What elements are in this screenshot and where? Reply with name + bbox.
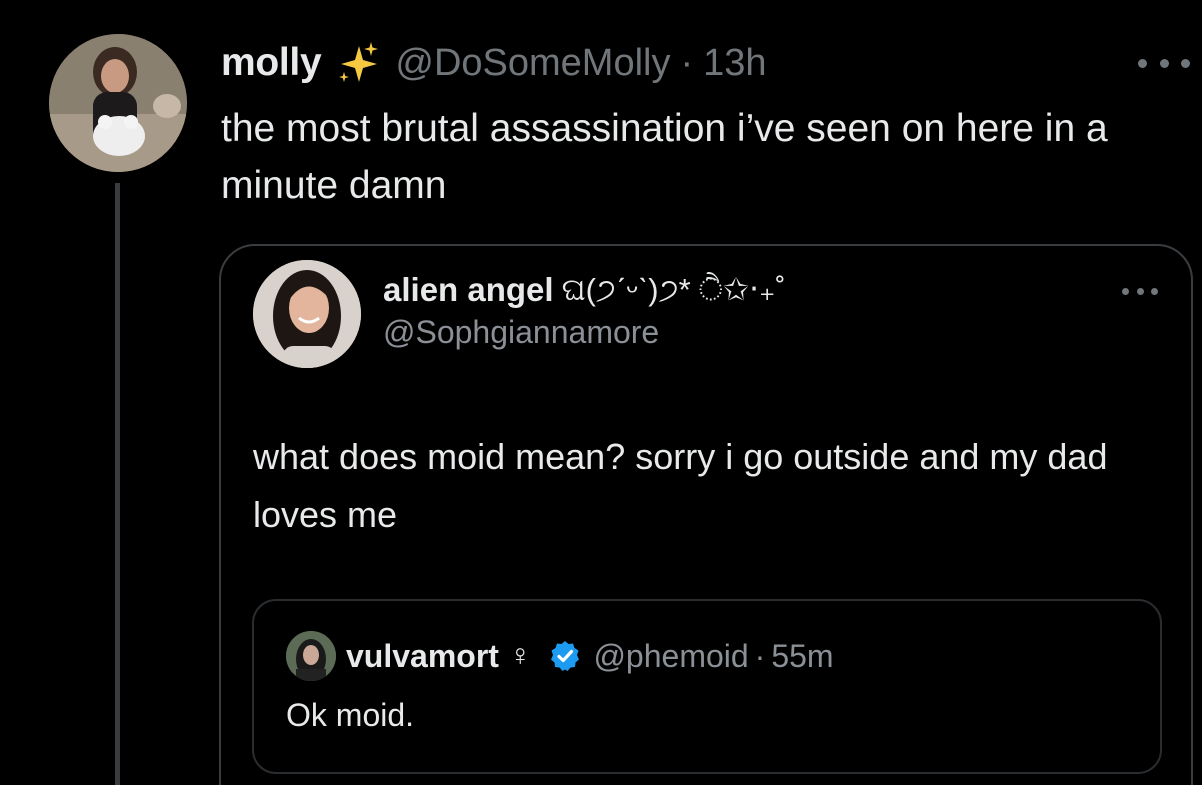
quoted-tweet-text: what does moid mean? sorry i go outside … [253,436,1108,535]
quoted-author-avatar-image [253,260,361,368]
nested-author-header: vulvamort ♀ @phemoid · 55m [346,633,834,679]
nested-separator-dot: · [754,637,766,674]
nested-timestamp[interactable]: 55m [771,638,833,675]
nested-author-handle[interactable]: @phemoid [593,638,748,675]
author-handle[interactable]: @DoSomeMolly [395,42,670,85]
quoted-author-display-name[interactable]: alien angel [383,271,554,309]
thread-line [115,183,120,785]
nested-author-avatar[interactable] [286,631,336,681]
female-symbol: ♀ [508,639,532,672]
sparkles-icon [339,42,379,82]
nested-author-display-name[interactable]: vulvamort [346,638,499,675]
tweet[interactable]: molly @DoSomeMolly · 13h the most brutal… [0,0,1202,785]
author-avatar-image [49,34,187,172]
nested-tweet-text: Ok moid. [286,697,415,733]
nested-author-avatar-image [286,631,336,681]
quoted-author-avatar[interactable] [253,260,361,368]
more-options-icon[interactable] [1138,52,1190,74]
verified-badge-icon[interactable] [549,640,581,672]
author-avatar[interactable] [49,34,187,172]
tweet-text: the most brutal assassination i’ve seen … [221,107,1108,207]
quoted-tweet-card[interactable]: alien angel ଘ(੭ˊᵕˋ)੭* ੈ✩‧₊˚ @Sophgiannam… [219,244,1193,785]
tweet-timestamp[interactable]: 13h [703,42,766,85]
quoted-author-handle[interactable]: @Sophgiannamore [383,314,659,351]
quoted-author-name-row: alien angel ଘ(੭ˊᵕˋ)੭* ੈ✩‧₊˚ [383,268,786,312]
separator-dot: · [680,41,694,84]
quoted-author-kaomoji: ଘ(੭ˊᵕˋ)੭* ੈ✩‧₊˚ [561,271,786,307]
nested-quoted-tweet-card[interactable]: vulvamort ♀ @phemoid · 55m Ok moid. [252,599,1162,774]
quoted-more-options-icon[interactable] [1122,284,1158,298]
author-display-name[interactable]: molly [221,41,322,85]
tweet-header: molly @DoSomeMolly · 13h [221,38,767,88]
